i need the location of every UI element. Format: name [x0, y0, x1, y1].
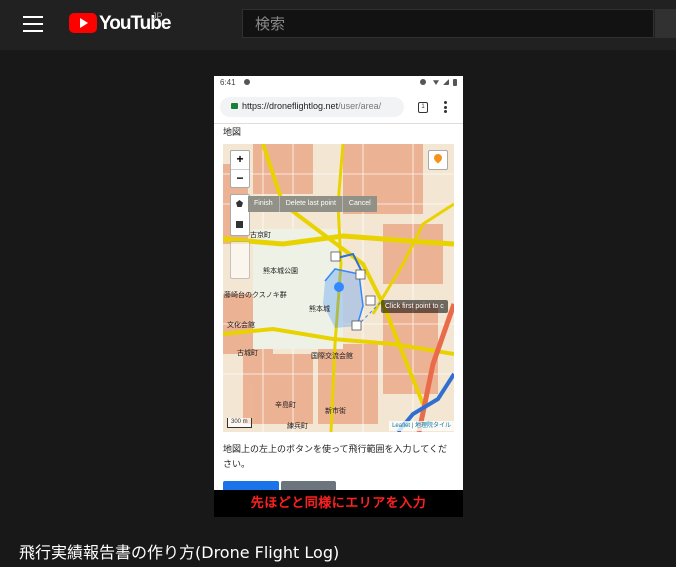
- search-button[interactable]: [655, 9, 676, 38]
- logo-region: JP: [152, 11, 163, 21]
- draw-tooltip: Click first point to c: [381, 300, 448, 313]
- instructions-text: 地図上の左上のボタンを使って飛行範囲を入力してください。: [223, 445, 448, 470]
- delete-last-point-button[interactable]: Delete last point: [280, 196, 343, 212]
- signal-icon: [443, 79, 449, 85]
- address-field: https://droneflightlog.net/user/area/: [220, 97, 404, 117]
- edit-toolbar[interactable]: [230, 241, 250, 279]
- battery-icon: [453, 79, 457, 86]
- status-time: 6:41: [220, 78, 236, 87]
- zoom-out-button[interactable]: −: [231, 170, 249, 188]
- zoom-control: + −: [230, 150, 250, 188]
- browser-url-bar: https://droneflightlog.net/user/area/ 1: [214, 91, 463, 124]
- url-path: /user/area/: [338, 101, 382, 111]
- map-tiles: [223, 144, 454, 432]
- phone-status-bar: 6:41: [214, 76, 463, 91]
- video-caption: 先ほどと同様にエリアを入力: [214, 490, 463, 517]
- draw-toolbar: [230, 194, 250, 236]
- lock-icon: [231, 103, 238, 109]
- search-input[interactable]: [243, 10, 653, 37]
- finish-button[interactable]: Finish: [248, 196, 280, 212]
- wifi-icon: [433, 80, 439, 85]
- sync-icon: [244, 79, 250, 85]
- locate-button[interactable]: [428, 150, 448, 170]
- map-marker-icon: [432, 152, 444, 164]
- map-scale: 300 m: [227, 418, 252, 428]
- location-icon: [420, 79, 426, 85]
- video-title: 飛行実績報告書の作り方(Drone Flight Log): [19, 543, 340, 562]
- url-domain: https://droneflightlog.net: [242, 101, 339, 111]
- cancel-button[interactable]: Cancel: [343, 196, 377, 212]
- hamburger-icon[interactable]: [23, 16, 43, 32]
- url-text: https://droneflightlog.net/user/area/: [242, 101, 381, 111]
- more-menu-icon: [444, 101, 447, 113]
- caption-text: 先ほどと同様にエリアを入力: [250, 496, 427, 511]
- map-view: + − Finish Delete last point Cancel Clic…: [223, 144, 454, 432]
- map-section-label: 地図: [223, 128, 242, 138]
- zoom-in-button[interactable]: +: [231, 151, 249, 170]
- top-bar: YouTube JP: [0, 0, 676, 50]
- draw-rectangle-icon[interactable]: [236, 221, 243, 228]
- video-player[interactable]: 6:41 https://droneflightlog.net/user/are…: [214, 76, 463, 517]
- map-attribution[interactable]: Leaflet | 地理院タイル: [389, 421, 454, 431]
- tabs-icon: 1: [418, 102, 428, 113]
- youtube-play-icon: [69, 13, 97, 33]
- draw-polygon-icon[interactable]: [236, 200, 243, 207]
- draw-actions: Finish Delete last point Cancel: [248, 196, 377, 212]
- search-box: [242, 9, 654, 38]
